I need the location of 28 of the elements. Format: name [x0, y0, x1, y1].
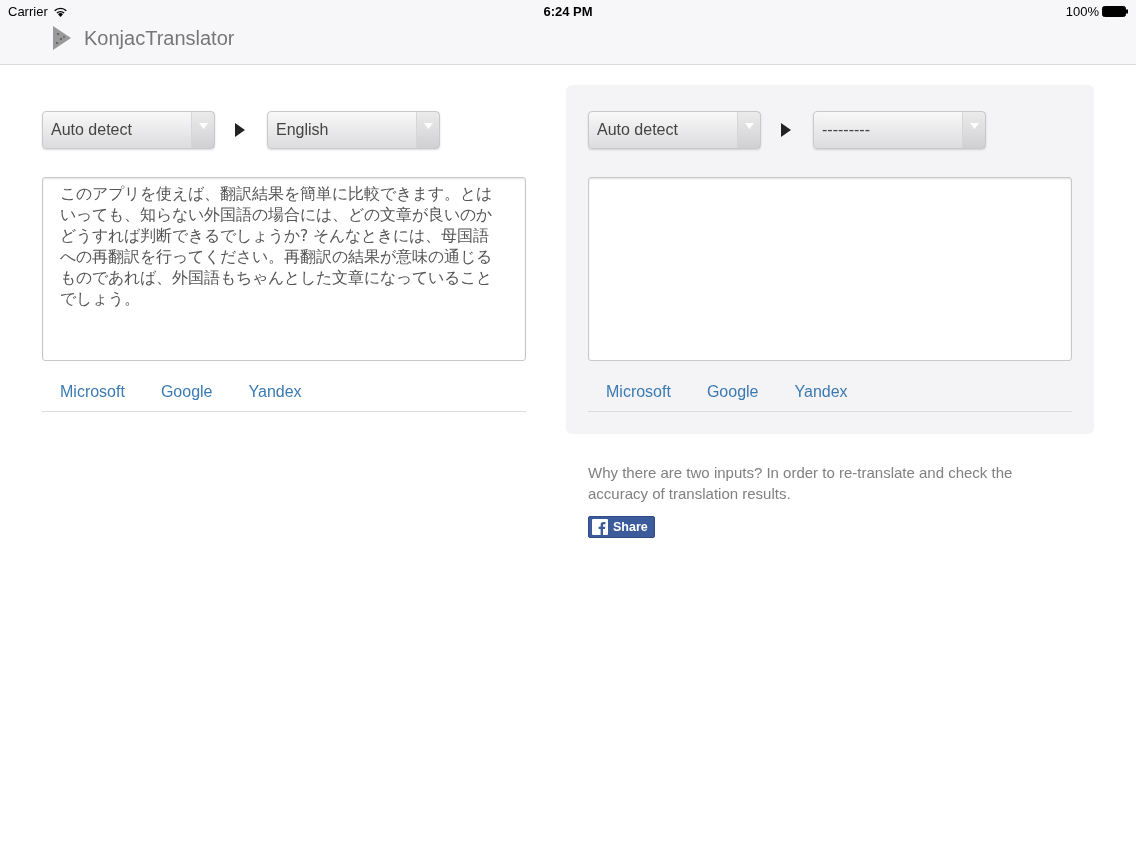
facebook-icon: [592, 519, 608, 535]
clock-time: 6:24 PM: [543, 3, 593, 19]
text-input-field[interactable]: [588, 177, 1072, 361]
caret-icon: [744, 123, 754, 129]
engine-tab[interactable]: Google: [688, 379, 777, 405]
engine-tab[interactable]: Microsoft: [42, 379, 143, 405]
app-logo-icon: [52, 25, 72, 51]
engine-tab[interactable]: Microsoft: [588, 379, 689, 405]
text-input-field[interactable]: このアプリを使えば、翻訳結果を簡単に比較できます。とはいっても、知らない外国語の場合には、どの文章が良いのかどうすれば判断できるでしょうか? そんなときには、母国語への再翻訳を行ってください。再翻訳の結果が意味の通じるものであれば、外国語もちゃんとした文章になっていることでしょう。: [42, 177, 526, 361]
caret-icon: [423, 123, 433, 129]
carrier-label: Carrier: [8, 3, 48, 19]
share-button[interactable]: Share: [588, 516, 655, 538]
wifi-icon: [52, 5, 68, 17]
battery-icon: [1102, 5, 1128, 17]
engine-tab[interactable]: Yandex: [230, 379, 320, 405]
engine-tab[interactable]: Google: [142, 379, 231, 405]
app-title: KonjacTranslator: [84, 26, 235, 50]
arrow-right-icon: [781, 123, 791, 137]
info-text: Why there are two inputs? In order to re-translate and check the accuracy of translation results.: [588, 463, 1014, 504]
battery-percent: 100%: [1065, 3, 1099, 19]
language-dropdown[interactable]: Auto detect: [588, 111, 761, 149]
caret-icon: [969, 123, 979, 129]
language-dropdown[interactable]: English: [267, 111, 440, 149]
language-dropdown[interactable]: ---------: [813, 111, 986, 149]
language-dropdown[interactable]: Auto detect: [42, 111, 215, 149]
caret-icon: [198, 123, 208, 129]
engine-tab[interactable]: Yandex: [776, 379, 866, 405]
arrow-right-icon: [235, 123, 245, 137]
